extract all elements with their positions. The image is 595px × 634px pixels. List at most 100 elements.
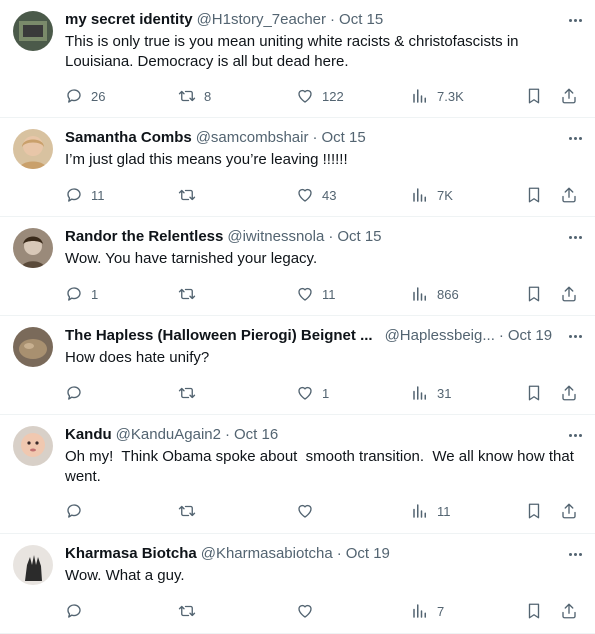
display-name[interactable]: my secret identity [65, 10, 193, 30]
share-button[interactable] [560, 282, 578, 306]
views-button[interactable]: 866 [411, 282, 459, 306]
share-icon [562, 286, 576, 302]
like-button[interactable]: 1 [296, 381, 329, 405]
tweet[interactable]: Kandu @KanduAgain2 · Oct 16 Oh my! Think… [0, 415, 595, 534]
reply-button[interactable]: 26 [65, 84, 105, 108]
tweet[interactable]: The Hapless (Halloween Pierogi) Beignet … [0, 316, 595, 415]
bookmark-button[interactable] [525, 599, 543, 623]
tweet-text: Wow. You have tarnished your legacy. [65, 250, 318, 267]
tweet-date[interactable]: Oct 15 [339, 10, 383, 30]
share-button[interactable] [560, 183, 578, 207]
views-button[interactable]: 7 [411, 599, 444, 623]
reply-button[interactable]: 1 [65, 282, 98, 306]
views-button[interactable]: 31 [411, 381, 451, 405]
tweet[interactable]: Randor the Relentless @iwitnessnola · Oc… [0, 217, 595, 316]
reply-button[interactable] [65, 599, 91, 623]
more-icon[interactable] [563, 326, 587, 346]
like-count: 122 [322, 88, 344, 104]
avatar-image [13, 11, 53, 51]
avatar[interactable] [13, 129, 53, 169]
views-icon [413, 604, 426, 618]
display-name[interactable]: Kharmasa Biotcha [65, 544, 197, 564]
user-handle[interactable]: @H1story_7eacher [197, 10, 326, 30]
tweet-body: Samantha Combs @samcombshair · Oct 15 I’… [65, 128, 583, 170]
more-icon[interactable] [563, 227, 587, 247]
display-name[interactable]: Randor the Relentless [65, 227, 223, 247]
reply-count: 26 [91, 88, 106, 104]
retweet-button[interactable] [178, 183, 204, 207]
tweet-date[interactable]: Oct 16 [234, 425, 278, 445]
retweet-button[interactable] [178, 599, 204, 623]
tweet-actions: 1 11 866 [0, 282, 595, 306]
more-icon[interactable] [563, 128, 587, 148]
bookmark-button[interactable] [525, 381, 543, 405]
like-button[interactable]: 43 [296, 183, 336, 207]
separator-dot: · [312, 129, 318, 146]
tweet-header: Kharmasa Biotcha @Kharmasabiotcha · Oct … [65, 544, 583, 564]
like-button[interactable]: 122 [296, 84, 344, 108]
avatar[interactable] [13, 228, 53, 268]
more-icon[interactable] [563, 10, 587, 30]
tweet-body: my secret identity @H1story_7eacher · Oc… [65, 10, 583, 72]
bookmark-button[interactable] [525, 84, 543, 108]
retweet-button[interactable] [178, 499, 204, 523]
tweet-date[interactable]: Oct 19 [508, 326, 552, 346]
display-name[interactable]: Samantha Combs [65, 128, 192, 148]
views-button[interactable]: 7K [411, 183, 453, 207]
user-handle[interactable]: @Haplessbeig... [385, 326, 495, 346]
like-button[interactable]: 11 [296, 282, 336, 306]
tweet[interactable]: Kharmasa Biotcha @Kharmasabiotcha · Oct … [0, 534, 595, 634]
share-icon [562, 385, 576, 401]
tweet[interactable]: my secret identity @H1story_7eacher · Oc… [0, 0, 595, 118]
views-button[interactable]: 7.3K [411, 84, 464, 108]
reply-button[interactable] [65, 381, 91, 405]
user-handle[interactable]: @Kharmasabiotcha [201, 544, 333, 564]
retweet-icon [178, 189, 196, 201]
views-button[interactable]: 11 [411, 499, 451, 523]
tweet-date[interactable]: Oct 15 [337, 227, 381, 247]
like-button[interactable] [296, 499, 322, 523]
separator-dot: · [498, 327, 504, 344]
tweet-date[interactable]: Oct 19 [346, 544, 390, 564]
more-icon[interactable] [563, 544, 587, 564]
like-button[interactable] [296, 599, 322, 623]
retweet-button[interactable]: 8 [178, 84, 211, 108]
separator-dot: · [224, 426, 230, 443]
tweet-text: Oh my! Think Obama spoke about smooth tr… [65, 448, 579, 485]
reply-icon [67, 89, 81, 103]
heart-icon [298, 386, 312, 400]
tweet-date[interactable]: Oct 15 [321, 128, 365, 148]
share-button[interactable] [560, 499, 578, 523]
bookmark-button[interactable] [525, 183, 543, 207]
retweet-icon [178, 90, 196, 102]
share-button[interactable] [560, 599, 578, 623]
user-handle[interactable]: @KanduAgain2 [116, 425, 221, 445]
avatar[interactable] [13, 327, 53, 367]
bookmark-button[interactable] [525, 499, 543, 523]
avatar-image [13, 545, 53, 585]
avatar[interactable] [13, 11, 53, 51]
share-button[interactable] [560, 381, 578, 405]
bookmark-button[interactable] [525, 282, 543, 306]
share-button[interactable] [560, 84, 578, 108]
retweet-count: 8 [204, 88, 212, 104]
like-count: 11 [322, 286, 336, 302]
retweet-button[interactable] [178, 381, 204, 405]
reply-button[interactable]: 11 [65, 183, 105, 207]
tweet[interactable]: Samantha Combs @samcombshair · Oct 15 I’… [0, 118, 595, 217]
like-count: 43 [322, 187, 337, 203]
avatar[interactable] [13, 426, 53, 466]
separator-dot: · [328, 228, 334, 245]
display-name[interactable]: The Hapless (Halloween Pierogi) Beignet … [65, 326, 373, 346]
avatar-image [13, 129, 53, 169]
retweet-button[interactable] [178, 282, 204, 306]
tweet-actions: 11 43 7K [0, 183, 595, 207]
more-icon[interactable] [563, 425, 587, 445]
share-icon [562, 503, 576, 519]
share-icon [562, 88, 576, 104]
display-name[interactable]: Kandu [65, 425, 112, 445]
reply-button[interactable] [65, 499, 91, 523]
user-handle[interactable]: @samcombshair [196, 128, 309, 148]
avatar[interactable] [13, 545, 53, 585]
user-handle[interactable]: @iwitnessnola [227, 227, 324, 247]
